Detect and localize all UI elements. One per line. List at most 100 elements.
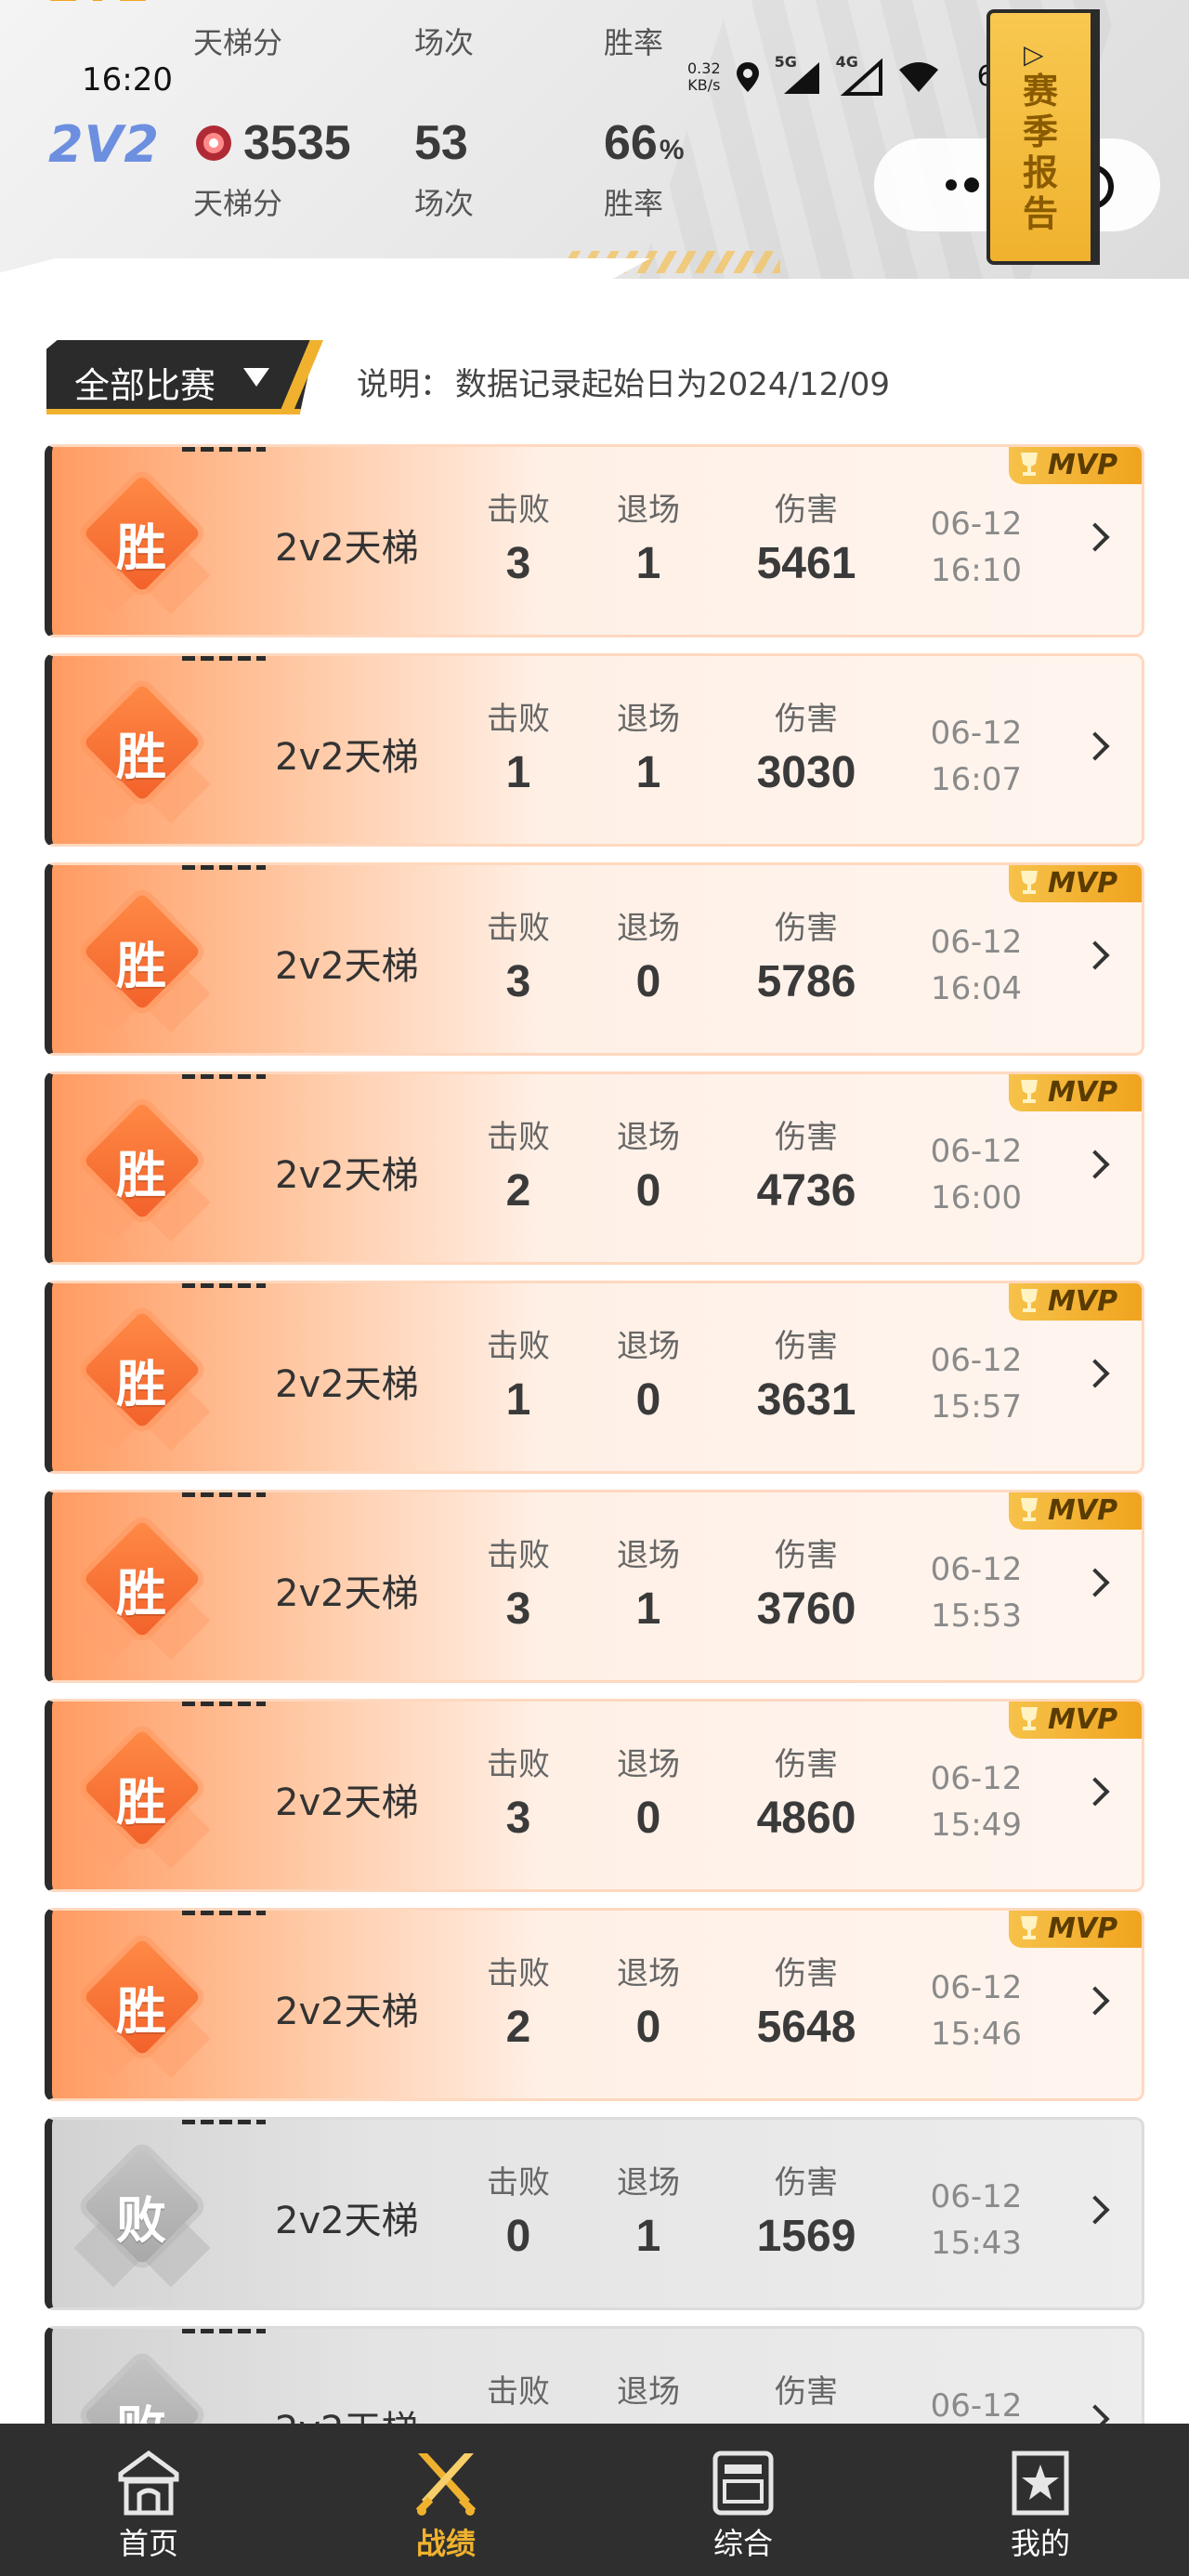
chevron-right-icon[interactable]: [1080, 731, 1110, 761]
trophy-icon: [1021, 871, 1038, 894]
match-mode: 2v2天梯: [275, 2399, 419, 2424]
quits-label: 退场: [617, 2373, 680, 2411]
result-text: 胜: [116, 1773, 166, 1832]
rating-label-1v1: 天梯分: [193, 25, 283, 60]
damage-value: 1569: [756, 2212, 856, 2261]
trophy-icon: [1021, 453, 1038, 476]
tab-overview[interactable]: 综合: [650, 2424, 836, 2576]
match-card[interactable]: 败 2v2天梯 击败 0 退场 1 伤害 1569 06-12 15:43: [45, 2117, 1144, 2310]
chevron-right-icon[interactable]: [1080, 522, 1110, 552]
winrate-value-2v2: 66%: [604, 116, 685, 170]
match-card[interactable]: 胜 2v2天梯 击败 2 退场 0 伤害 4736 06-12 16:00 MVP: [45, 1071, 1144, 1265]
kills-column: 击败 1: [453, 1321, 583, 1426]
card-stripe-decoration: [182, 1074, 266, 1079]
quits-column: 退场 1: [583, 2157, 713, 2262]
location-icon: [736, 62, 759, 92]
damage-column: 伤害 5786: [732, 902, 881, 1007]
mvp-text: MVP: [1048, 1494, 1118, 1527]
chevron-right-icon[interactable]: [1080, 1777, 1110, 1807]
quits-value: 0: [635, 957, 661, 1006]
kills-label: 击败: [487, 910, 550, 947]
season-report-label: 赛季报告: [1022, 71, 1058, 234]
net-speed: 0.32 KB/s: [687, 59, 721, 94]
mvp-text: MVP: [1048, 1912, 1118, 1945]
result-badge: 胜: [73, 1519, 211, 1661]
tab-records[interactable]: 战绩: [353, 2424, 539, 2576]
match-mode: 2v2天梯: [275, 736, 419, 779]
damage-label: 伤害: [775, 2373, 838, 2411]
matches-value-1v1: 25: [414, 0, 468, 10]
quits-column: 退场 0: [583, 1739, 713, 1844]
card-stripe-decoration: [182, 865, 266, 870]
trophy-icon: [1021, 1916, 1038, 1939]
result-text: 败: [116, 2191, 166, 2250]
stats-row-2v2: 2V2 3535 天梯分 53 场次 66% 胜率: [0, 110, 836, 221]
match-datetime: 06-12 16:04: [925, 919, 1027, 1012]
trophy-icon: [1021, 1080, 1038, 1103]
quits-label: 退场: [617, 492, 680, 529]
kills-value: 1: [505, 748, 531, 797]
trophy-icon: [1021, 1707, 1038, 1730]
tab-home[interactable]: 首页: [56, 2424, 242, 2576]
match-card[interactable]: 胜 2v2天梯 击败 3 退场 0 伤害 4860 06-12 15:49 MVP: [45, 1699, 1144, 1892]
damage-label: 伤害: [775, 1537, 838, 1574]
chevron-right-icon[interactable]: [1080, 1568, 1110, 1597]
match-mode: 2v2天梯: [275, 1781, 419, 1824]
chevron-right-icon[interactable]: [1080, 1150, 1110, 1179]
quits-value: 1: [635, 539, 661, 588]
damage-value: 5786: [756, 957, 856, 1006]
match-card[interactable]: 胜 2v2天梯 击败 1 退场 0 伤害 3631 06-12 15:57 MVP: [45, 1281, 1144, 1474]
mvp-badge: MVP: [1009, 1283, 1142, 1321]
chevron-right-icon[interactable]: [1080, 940, 1110, 970]
card-stripe-decoration: [182, 656, 266, 661]
match-datetime: 06-12: [925, 2383, 1027, 2424]
quits-label: 退场: [617, 701, 680, 738]
crossed-swords-icon: [415, 2453, 477, 2516]
card-stripe-decoration: [182, 1492, 266, 1497]
match-filter-dropdown[interactable]: 全部比赛: [46, 340, 316, 414]
quits-label: 退场: [617, 910, 680, 947]
match-card[interactable]: 胜 2v2天梯 击败 3 退场 1 伤害 3760 06-12 15:53 MVP: [45, 1490, 1144, 1683]
match-mode: 2v2天梯: [275, 1154, 419, 1197]
match-time: 15:46: [931, 2016, 1022, 2053]
kills-label: 击败: [487, 1746, 550, 1783]
kills-value: 3: [505, 539, 531, 588]
quits-column: 退场 1: [583, 484, 713, 589]
match-list: 胜 2v2天梯 击败 3 退场 1 伤害 5461 06-12 16:10 MVP 胜 2v2天梯 击败 1…: [0, 444, 1189, 2424]
stats-header: 1v1 1565 天梯分 25 场次 65% 胜率 2V2 3535 天梯分 5…: [0, 0, 1189, 279]
match-card[interactable]: 胜 2v2天梯 击败 3 退场 1 伤害 5461 06-12 16:10 MVP: [45, 444, 1144, 637]
damage-label: 伤害: [775, 1119, 838, 1156]
result-badge: 败: [73, 2356, 211, 2424]
match-time: 16:10: [931, 552, 1022, 589]
match-datetime: 06-12 15:43: [925, 2174, 1027, 2267]
damage-column: 伤害 3030: [732, 693, 881, 798]
match-card[interactable]: 胜 2v2天梯 击败 3 退场 0 伤害 5786 06-12 16:04 MVP: [45, 862, 1144, 1056]
damage-value: 3631: [756, 1375, 856, 1425]
quits-value: 0: [635, 1794, 661, 1843]
quits-value: 0: [635, 1375, 661, 1425]
match-card[interactable]: 胜 2v2天梯 击败 2 退场 0 伤害 5648 06-12 15:46 MVP: [45, 1908, 1144, 2101]
damage-label: 伤害: [775, 910, 838, 947]
damage-value: 4736: [756, 1166, 856, 1216]
quits-column: 退场 1: [583, 693, 713, 798]
quits-column: 退场 0: [583, 902, 713, 1007]
chevron-right-icon[interactable]: [1080, 1359, 1110, 1388]
result-badge: 胜: [73, 683, 211, 824]
chevron-right-icon[interactable]: [1080, 1986, 1110, 2016]
chevron-right-icon[interactable]: [1080, 2404, 1110, 2424]
kills-label: 击败: [487, 1537, 550, 1574]
match-date: 06-12: [930, 506, 1023, 543]
tab-mine[interactable]: 我的: [947, 2424, 1133, 2576]
match-datetime: 06-12 15:46: [925, 1965, 1027, 2057]
match-card[interactable]: 胜 2v2天梯 击败 1 退场 1 伤害 3030 06-12 16:07: [45, 653, 1144, 847]
dot-icon: [964, 177, 979, 192]
result-badge: 胜: [73, 1728, 211, 1870]
chevron-right-icon[interactable]: [1080, 2195, 1110, 2225]
kills-column: 击败 3: [453, 484, 583, 589]
match-card[interactable]: 败 2v2天梯 击败 退场 伤害 06-12: [45, 2326, 1144, 2424]
season-report-button[interactable]: ▷ 赛季报告: [986, 9, 1094, 265]
damage-column: 伤害 4860: [732, 1739, 881, 1844]
damage-label: 伤害: [775, 1328, 838, 1365]
kills-column: 击败 3: [453, 902, 583, 1007]
tab-label: 综合: [712, 2526, 773, 2561]
